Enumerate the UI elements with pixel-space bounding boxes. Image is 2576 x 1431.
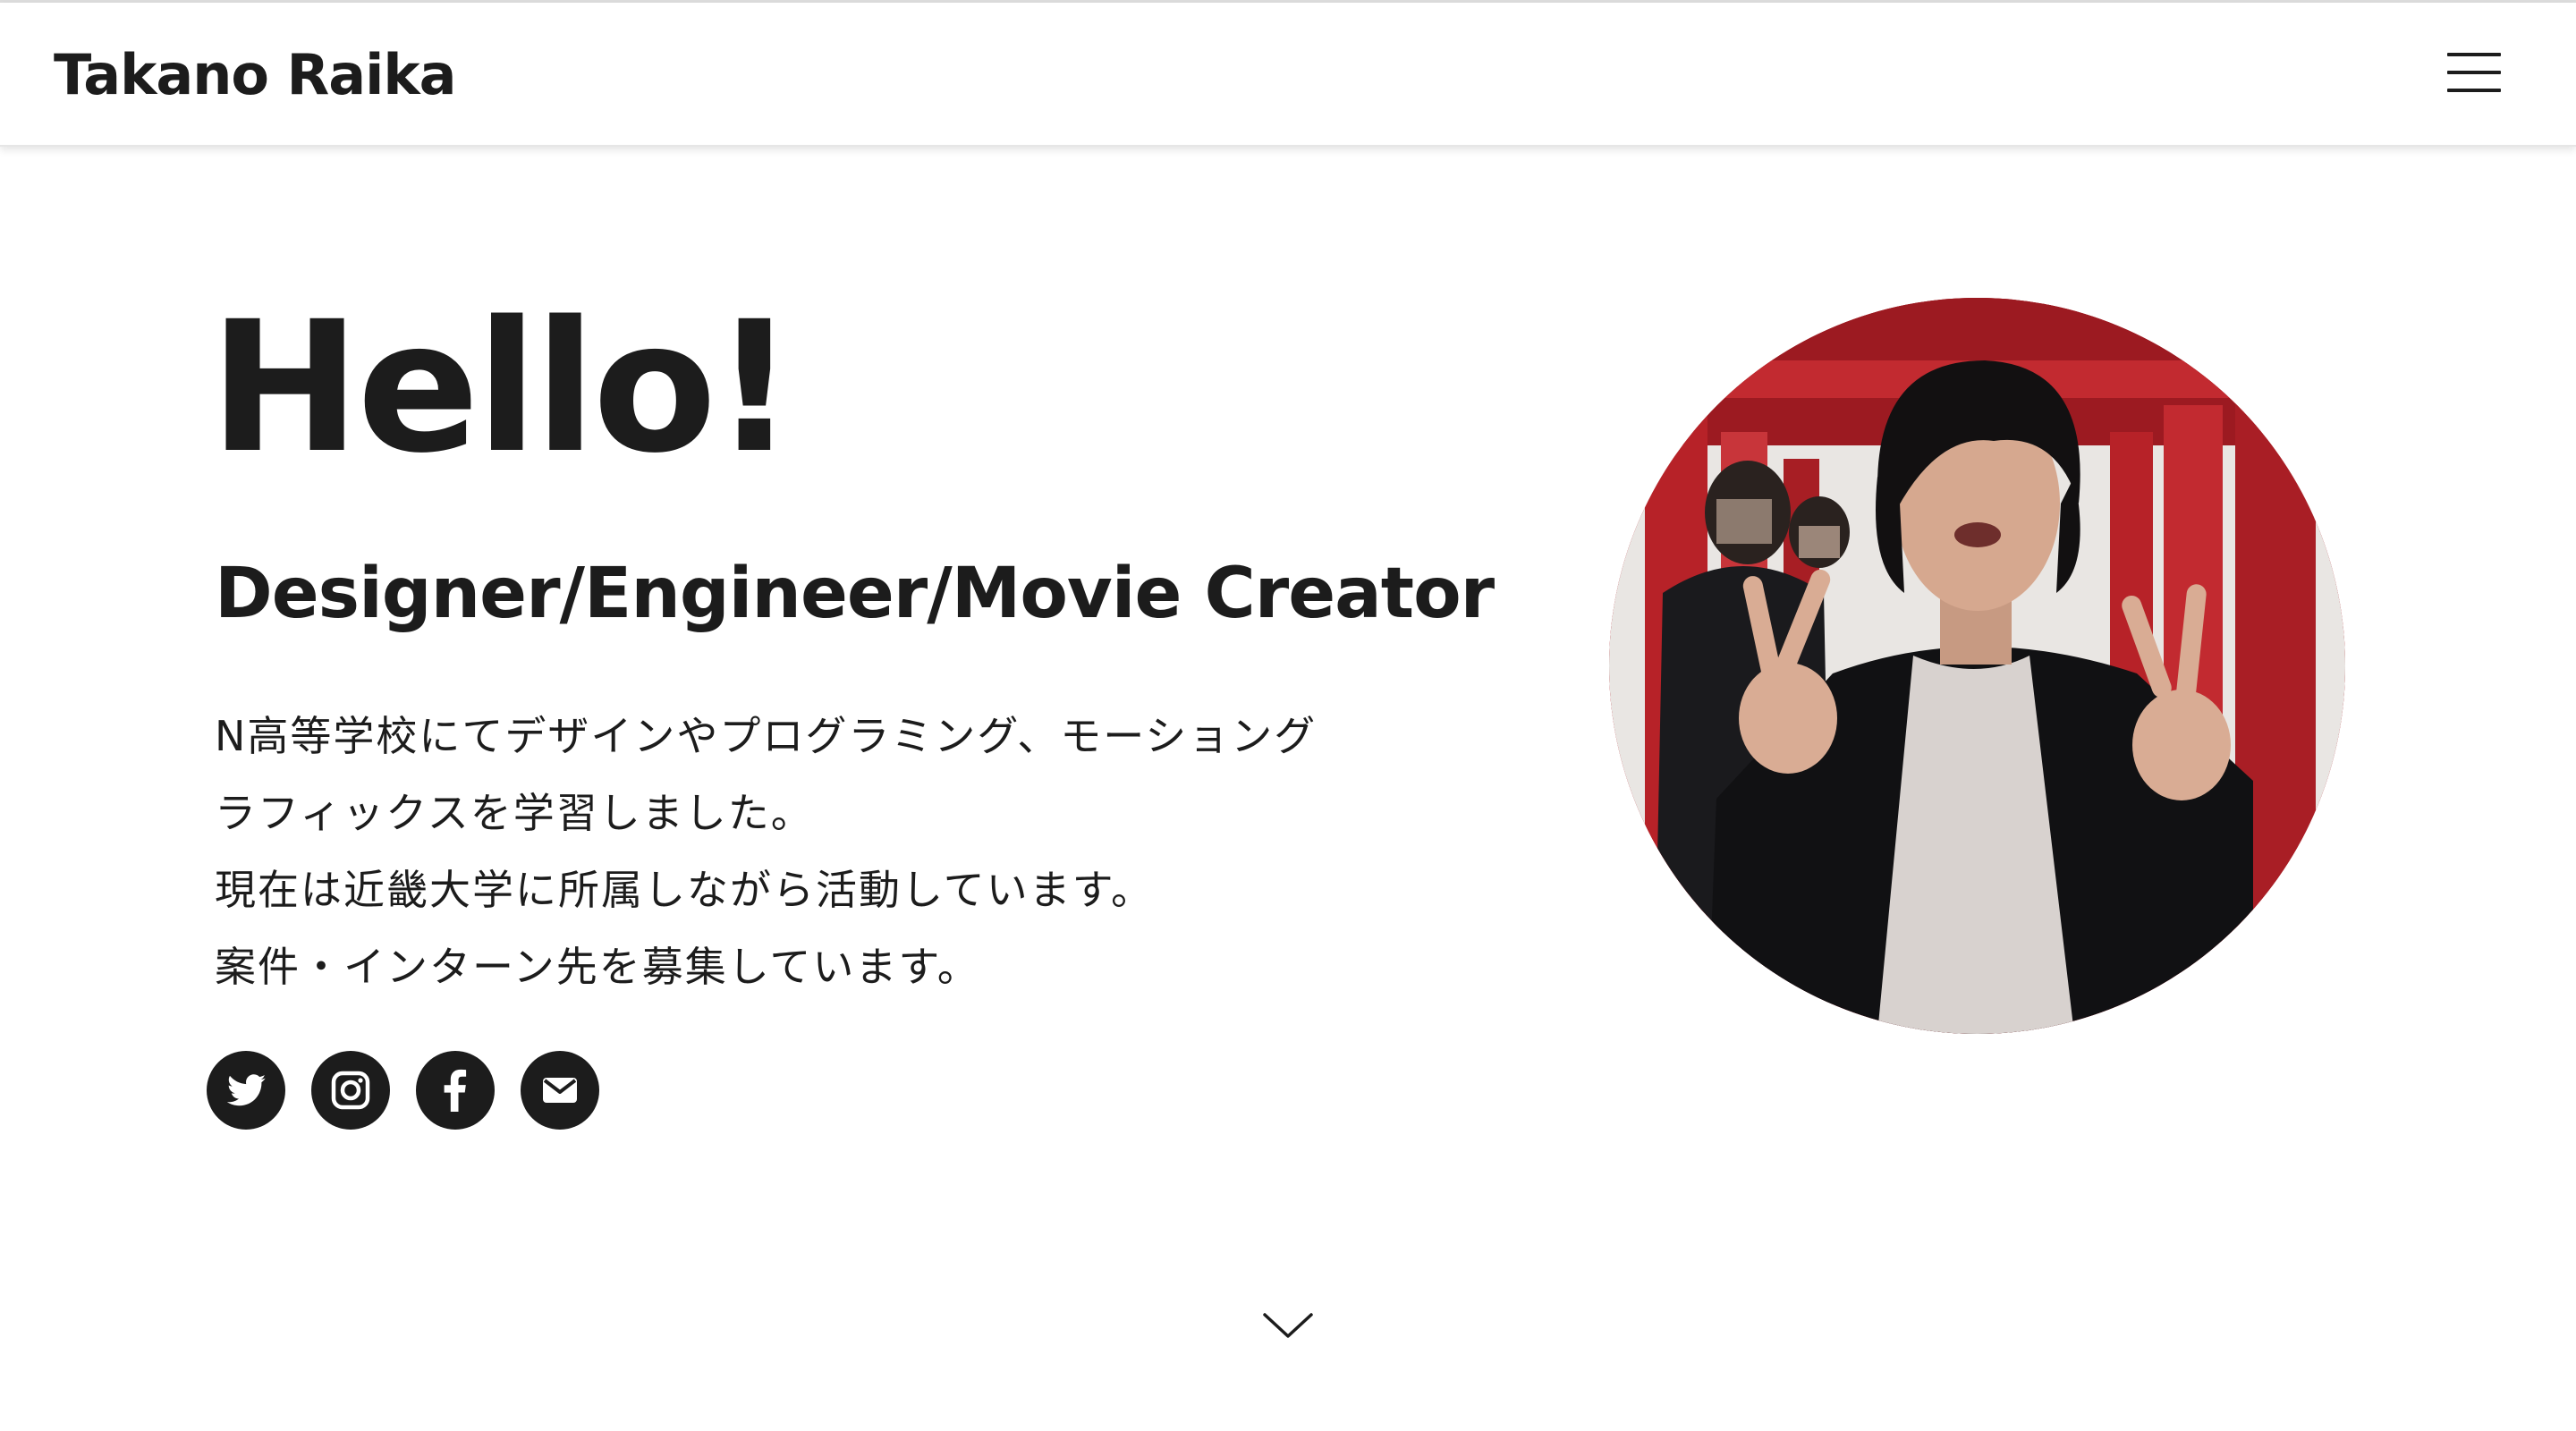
bio-line: N高等学校にてデザインやプログラミング、モーショング [215,712,1318,760]
facebook-icon[interactable] [416,1051,495,1130]
hamburger-menu-icon[interactable] [2445,49,2503,97]
instagram-icon[interactable] [311,1051,390,1130]
twitter-icon[interactable] [207,1051,285,1130]
bio-line: 案件・インターン先を募集しています。 [215,943,980,991]
site-title[interactable]: Takano Raika [54,37,456,114]
chevron-down-icon[interactable] [1261,1308,1315,1343]
mail-icon[interactable] [521,1051,599,1130]
bio-line: ラフィックスを学習しました。 [215,789,814,837]
hero-title: Hello! [209,282,795,493]
site-header: Takano Raika [0,3,2576,147]
bio-line: 現在は近畿大学に所属しながら活動しています。 [215,866,1155,914]
profile-photo [1609,298,2345,1034]
bio-text: N高等学校にてデザインやプログラミング、モーショング ラフィックスを学習しました… [215,698,1467,1005]
hero-subtitle: Designer/Engineer/Movie Creator [215,554,1495,634]
